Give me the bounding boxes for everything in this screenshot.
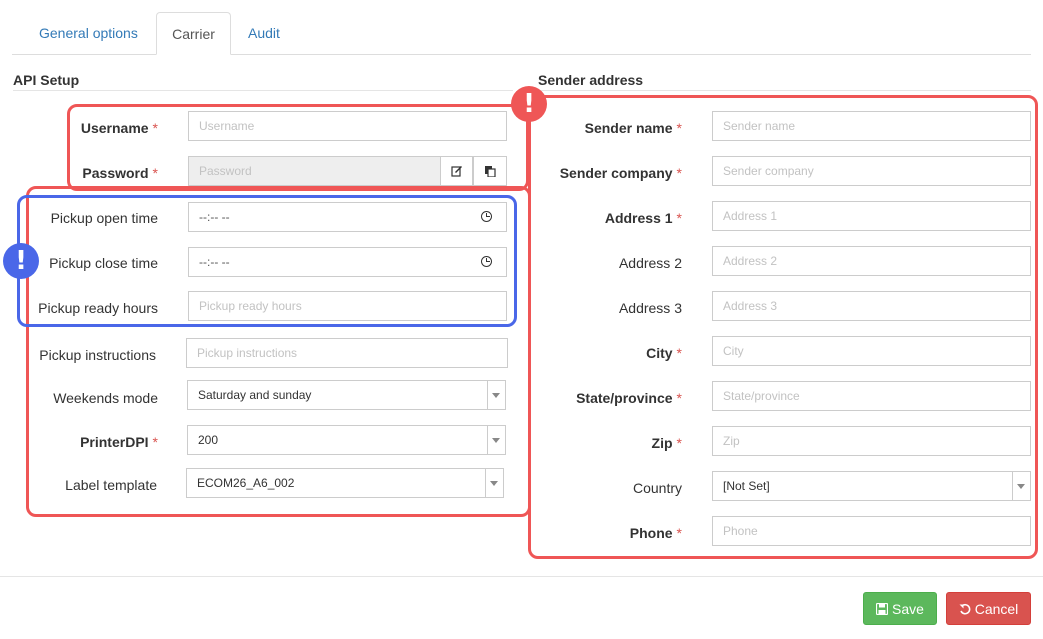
credentials-highlight <box>67 104 529 191</box>
cancel-button[interactable]: Cancel <box>946 592 1031 625</box>
save-button[interactable]: Save <box>863 592 937 625</box>
api-setup-title: API Setup <box>13 72 80 88</box>
footer-divider <box>0 576 1043 577</box>
api-setup-divider <box>13 90 513 91</box>
sender-address-title: Sender address <box>538 72 644 88</box>
floppy-disk-icon <box>876 602 889 615</box>
save-label: Save <box>892 600 924 617</box>
sender-address-highlight <box>528 95 1038 559</box>
tab-general-options[interactable]: General options <box>25 12 152 55</box>
tab-audit[interactable]: Audit <box>234 12 294 55</box>
sender-address-divider <box>538 90 1031 91</box>
info-badge-icon: ! <box>3 243 39 279</box>
warning-badge-icon: ! <box>511 86 547 122</box>
tab-carrier[interactable]: Carrier <box>156 12 231 55</box>
undo-icon <box>959 603 971 615</box>
cancel-label: Cancel <box>974 600 1019 617</box>
tab-bar: General options Carrier Audit <box>12 12 1031 55</box>
pickup-times-highlight <box>17 195 517 327</box>
